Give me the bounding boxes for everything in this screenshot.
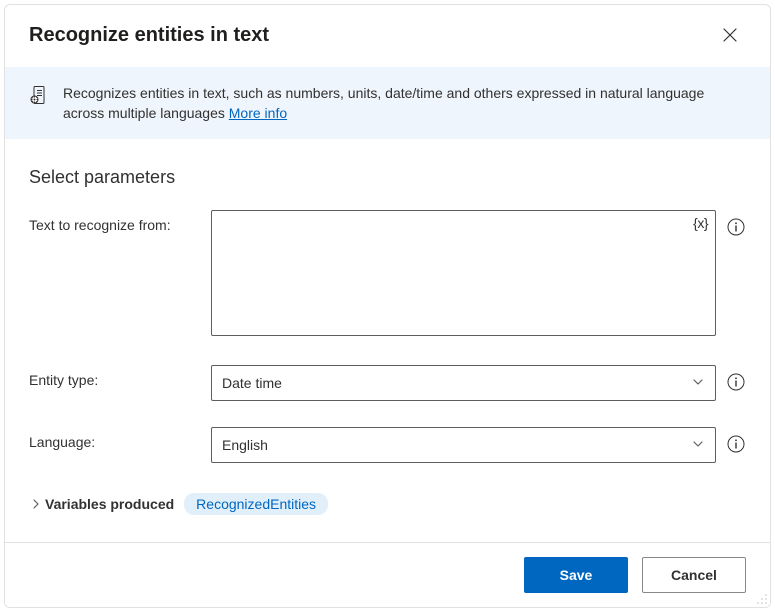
param-row-entity: Entity type: Date time: [29, 365, 746, 401]
section-title: Select parameters: [29, 167, 746, 188]
param-control-language: English: [211, 427, 716, 463]
help-icon-text[interactable]: [726, 217, 746, 237]
dialog: Recognize entities in text Recognizes en…: [4, 4, 771, 608]
info-banner: Recognizes entities in text, such as num…: [5, 67, 770, 139]
cancel-button[interactable]: Cancel: [642, 557, 746, 593]
variables-produced-expander[interactable]: Variables produced: [29, 496, 174, 512]
param-control-text: {x}: [211, 210, 716, 339]
variables-produced-row: Variables produced RecognizedEntities: [29, 489, 746, 519]
language-select[interactable]: English: [211, 427, 716, 463]
info-icon: [727, 373, 745, 391]
more-info-link[interactable]: More info: [229, 105, 287, 121]
param-row-language: Language: English: [29, 427, 746, 463]
info-banner-text: Recognizes entities in text, such as num…: [63, 83, 746, 123]
dialog-body: Select parameters Text to recognize from…: [5, 139, 770, 542]
info-banner-desc: Recognizes entities in text, such as num…: [63, 85, 704, 121]
chevron-right-icon: [29, 497, 43, 511]
entity-type-value: Date time: [222, 375, 282, 391]
close-icon: [723, 28, 737, 42]
text-to-recognize-input[interactable]: [211, 210, 716, 336]
param-label-language: Language:: [29, 427, 201, 450]
info-icon: [727, 218, 745, 236]
dialog-footer: Save Cancel: [5, 542, 770, 607]
param-label-text: Text to recognize from:: [29, 210, 201, 233]
entity-type-select[interactable]: Date time: [211, 365, 716, 401]
chevron-down-icon: [691, 437, 705, 454]
save-button[interactable]: Save: [524, 557, 628, 593]
help-icon-language[interactable]: [726, 434, 746, 454]
entity-recognition-icon: [29, 85, 49, 108]
info-icon: [727, 435, 745, 453]
dialog-header: Recognize entities in text: [5, 5, 770, 67]
variables-produced-label: Variables produced: [45, 496, 174, 512]
variable-chip[interactable]: RecognizedEntities: [184, 493, 328, 515]
insert-variable-button[interactable]: {x}: [693, 215, 708, 231]
param-row-text: Text to recognize from: {x}: [29, 210, 746, 339]
language-value: English: [222, 437, 268, 453]
help-icon-entity[interactable]: [726, 372, 746, 392]
dialog-title: Recognize entities in text: [29, 24, 269, 47]
param-label-entity: Entity type:: [29, 365, 201, 388]
param-control-entity: Date time: [211, 365, 716, 401]
chevron-down-icon: [691, 375, 705, 392]
close-button[interactable]: [714, 19, 746, 51]
